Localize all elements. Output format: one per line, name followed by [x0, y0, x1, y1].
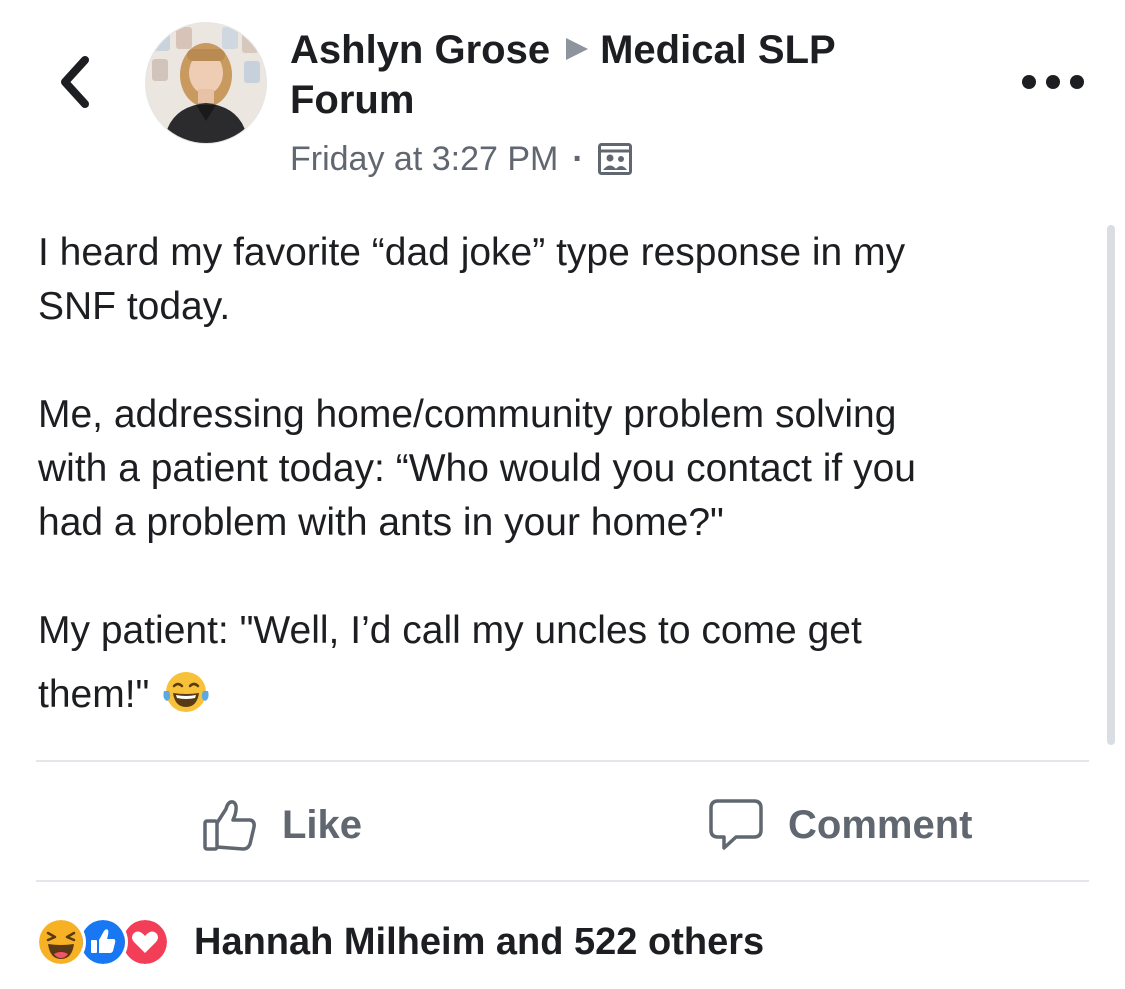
- post-text: I heard my favorite “dad joke” type resp…: [38, 226, 1078, 730]
- more-dot: [1046, 75, 1060, 89]
- reactions-text: Hannah Milheim and 522 others: [194, 920, 765, 963]
- post-line: them!": [38, 673, 150, 716]
- reaction-icons: [36, 917, 186, 967]
- scrollbar[interactable]: [1107, 225, 1115, 745]
- post-title: Ashlyn Grose Medical SLP Forum Friday at …: [290, 24, 950, 179]
- divider: [36, 760, 1089, 762]
- more-options-button[interactable]: [1022, 64, 1084, 100]
- post-line: Me, addressing home/community problem so…: [38, 393, 897, 436]
- author-group-line: Ashlyn Grose Medical SLP: [290, 24, 950, 75]
- laughing-tears-emoji: [161, 669, 211, 730]
- post-line: had a problem with ants in your home?": [38, 501, 724, 544]
- post-header: Ashlyn Grose Medical SLP Forum Friday at …: [0, 0, 1125, 200]
- post-meta: Friday at 3:27 PM ·: [290, 139, 950, 179]
- more-dot: [1022, 75, 1036, 89]
- group-members-icon: [597, 143, 632, 175]
- play-arrow-icon: [564, 24, 590, 74]
- author-name[interactable]: Ashlyn Grose: [290, 28, 550, 72]
- meta-separator: ·: [572, 140, 584, 178]
- group-name-continued[interactable]: Forum: [290, 75, 950, 125]
- post-line: with a patient today: “Who would you con…: [38, 447, 916, 490]
- timestamp[interactable]: Friday at 3:27 PM: [290, 139, 558, 179]
- post-actions: Like Comment: [0, 780, 1125, 870]
- divider: [36, 880, 1089, 882]
- back-button[interactable]: [44, 52, 104, 112]
- post-line: I heard my favorite “dad joke” type resp…: [38, 231, 906, 274]
- comment-label: Comment: [788, 802, 973, 847]
- comment-bubble-icon: [709, 799, 763, 850]
- post-line: SNF today.: [38, 285, 231, 328]
- profile-photo: [146, 23, 266, 143]
- comment-button[interactable]: Comment: [708, 790, 972, 860]
- chevron-left-icon: [61, 56, 89, 108]
- avatar[interactable]: [145, 22, 267, 144]
- like-button[interactable]: Like: [202, 790, 362, 860]
- like-label: Like: [282, 802, 363, 847]
- post-line: My patient: "Well, I’d call my uncles to…: [38, 609, 862, 652]
- haha-reaction-icon: [36, 917, 86, 967]
- thumbs-up-icon: [203, 800, 256, 851]
- post-line-with-emoji: them!": [38, 668, 1078, 730]
- group-name[interactable]: Medical SLP: [600, 28, 836, 72]
- more-dot: [1070, 75, 1084, 89]
- reactions-summary[interactable]: Hannah Milheim and 522 others: [36, 912, 764, 972]
